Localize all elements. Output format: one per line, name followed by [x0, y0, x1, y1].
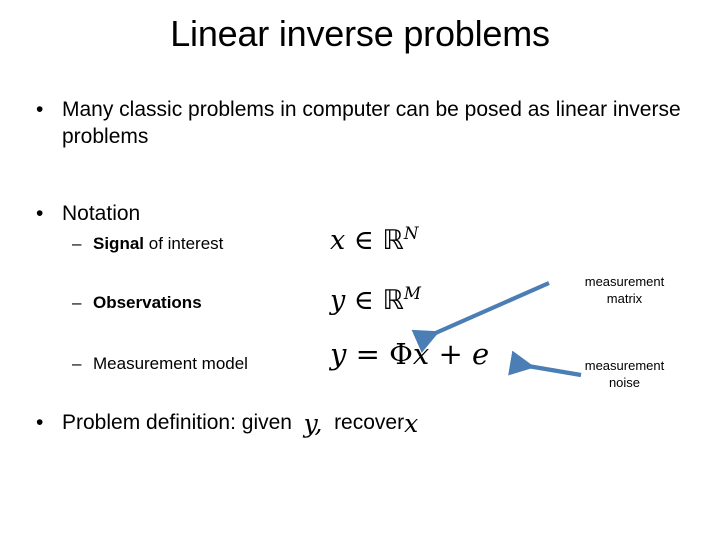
sub-bullet-signal-rest: of interest	[144, 234, 224, 253]
callout-arrows	[411, 281, 582, 378]
equation-observation-var: y	[330, 285, 346, 316]
equation-signal-var: x	[330, 225, 346, 256]
bullet-notation-text: Notation	[62, 202, 141, 225]
problem-definition-middle: recover	[334, 411, 405, 434]
sub-bullet-signal-bold: Signal	[93, 234, 145, 253]
dash-marker: –	[72, 354, 82, 373]
equation-model-signal-symbol: x	[412, 337, 430, 371]
problem-definition-prefix: Problem definition: given	[62, 411, 292, 434]
slide: Linear inverse problems • Many classic p…	[0, 0, 720, 540]
equation-model-noise-symbol: e	[472, 337, 490, 371]
callout-measurement-matrix: measurement matrix	[552, 273, 697, 307]
given-symbol: y,	[303, 409, 323, 438]
dash-marker: –	[72, 293, 82, 312]
sub-bullet-observations-bold: Observations	[93, 293, 202, 312]
equation-model-plus: +	[438, 337, 463, 371]
callout-measurement-matrix-line1: measurement	[584, 274, 665, 289]
recover-symbol: x	[404, 409, 419, 438]
equation-signal-exponent: N	[403, 223, 419, 243]
sub-bullet-signal: – Signal of interest	[0, 233, 493, 255]
callout-measurement-noise-line2: noise	[608, 375, 641, 390]
bullet-intro: • Many classic problems in computer can …	[0, 96, 720, 150]
bullet-marker: •	[36, 411, 44, 434]
page-title: Linear inverse problems	[170, 13, 550, 54]
equation-signal-space: x ∈ ℝN	[330, 218, 418, 256]
equation-signal-set: ℝ	[382, 225, 404, 256]
equation-signal-op: ∈	[353, 225, 374, 256]
equation-observation-op: ∈	[353, 285, 374, 316]
bullet-intro-text: Many classic problems in computer can be…	[62, 98, 681, 148]
dash-marker: –	[72, 234, 82, 253]
equation-model-matrix-symbol: Φ	[389, 337, 413, 371]
equation-observation-set: ℝ	[382, 285, 404, 316]
equation-observation-space: y ∈ ℝM	[330, 278, 421, 316]
bullet-marker: •	[36, 202, 44, 225]
callout-measurement-noise-line1: measurement	[584, 358, 665, 373]
equation-model-lhs: y	[330, 337, 347, 371]
equation-measurement-model: y = Φx + e	[330, 338, 489, 370]
equation-model-equals: =	[355, 337, 380, 371]
callout-measurement-noise: measurement noise	[552, 357, 697, 391]
bullet-marker: •	[36, 98, 44, 121]
equation-observation-exponent: M	[403, 283, 421, 303]
callout-measurement-matrix-line2: matrix	[606, 291, 643, 306]
sub-bullet-measurement-rest: Measurement model	[93, 354, 248, 373]
bullet-problem-definition: • Problem definition: given y, recoverx	[0, 409, 720, 436]
